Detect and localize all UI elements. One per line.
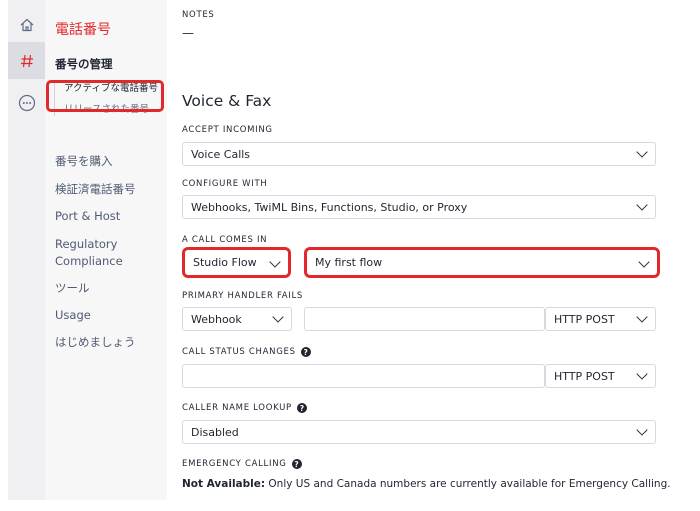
chevron-down-icon xyxy=(629,196,655,218)
highlight-box xyxy=(46,80,164,112)
call-handler-type-select[interactable]: Studio Flow xyxy=(182,247,291,278)
sidebar-title: 電話番号 xyxy=(55,22,111,38)
chevron-down-icon xyxy=(262,253,288,275)
emergency-label: EMERGENCY CALLING ? xyxy=(182,459,302,469)
sidebar-item-get-started[interactable]: はじめましょう xyxy=(55,334,136,351)
primary-handler-url-input[interactable] xyxy=(304,307,545,331)
accept-incoming-value: Voice Calls xyxy=(191,147,251,161)
accept-incoming-select[interactable]: Voice Calls xyxy=(182,142,656,166)
more-icon[interactable] xyxy=(8,84,45,121)
studio-flow-select[interactable]: My first flow xyxy=(304,247,660,278)
sidebar-item-tools[interactable]: ツール xyxy=(55,280,90,297)
sidebar-item-buy-number[interactable]: 番号を購入 xyxy=(55,153,113,170)
studio-flow-value: My first flow xyxy=(315,256,383,269)
sidebar: 電話番号 番号の管理 アクティブな電話番号 リリースされた番号 番号を購入 検証… xyxy=(45,0,167,500)
chevron-down-icon xyxy=(629,421,655,443)
call-status-method-value: HTTP POST xyxy=(554,369,615,383)
sidebar-item-port-host[interactable]: Port & Host xyxy=(55,208,120,225)
hash-icon[interactable] xyxy=(8,42,45,79)
chevron-down-icon xyxy=(629,308,655,330)
call-status-label-text: CALL STATUS CHANGES xyxy=(182,347,296,357)
primary-handler-method-select[interactable]: HTTP POST xyxy=(545,307,656,331)
call-handler-type-value: Studio Flow xyxy=(193,256,257,269)
caller-name-value: Disabled xyxy=(191,425,239,439)
configure-with-value: Webhooks, TwiML Bins, Functions, Studio,… xyxy=(191,200,468,214)
accept-incoming-label: ACCEPT INCOMING xyxy=(182,125,273,135)
call-comes-in-label: A CALL COMES IN xyxy=(182,235,268,245)
home-icon[interactable] xyxy=(8,6,45,43)
chevron-down-icon xyxy=(629,365,655,387)
emergency-helper-text: Not Available: Only US and Canada number… xyxy=(182,478,671,490)
sidebar-item-regulatory[interactable]: Regulatory Compliance xyxy=(55,236,155,270)
configure-with-label: CONFIGURE WITH xyxy=(182,179,268,189)
caller-name-label-text: CALLER NAME LOOKUP xyxy=(182,403,292,413)
call-status-method-select[interactable]: HTTP POST xyxy=(545,364,656,388)
chevron-down-icon xyxy=(265,308,291,330)
chevron-down-icon xyxy=(629,143,655,165)
icon-rail xyxy=(8,0,45,500)
chevron-down-icon xyxy=(631,253,657,275)
sidebar-item-usage[interactable]: Usage xyxy=(55,307,91,324)
primary-handler-type-select[interactable]: Webhook xyxy=(182,307,292,331)
help-icon[interactable]: ? xyxy=(291,459,302,469)
configure-with-select[interactable]: Webhooks, TwiML Bins, Functions, Studio,… xyxy=(182,195,656,219)
caller-name-select[interactable]: Disabled xyxy=(182,420,656,444)
help-icon[interactable]: ? xyxy=(296,403,307,413)
sidebar-item-verified-numbers[interactable]: 検証済電話番号 xyxy=(55,181,136,198)
call-status-label: CALL STATUS CHANGES ? xyxy=(182,347,311,357)
notes-value: — xyxy=(182,26,194,40)
call-status-url-input[interactable] xyxy=(182,364,545,388)
help-icon[interactable]: ? xyxy=(300,347,311,357)
section-heading: Voice & Fax xyxy=(182,92,272,110)
main-content: NOTES — Voice & Fax ACCEPT INCOMING Voic… xyxy=(182,0,671,511)
emergency-description: Only US and Canada numbers are currently… xyxy=(265,478,671,490)
caller-name-label: CALLER NAME LOOKUP ? xyxy=(182,403,307,413)
primary-handler-method-value: HTTP POST xyxy=(554,312,615,326)
emergency-status: Not Available: xyxy=(182,478,266,490)
sidebar-section-manage[interactable]: 番号の管理 xyxy=(55,56,113,72)
primary-handler-type-value: Webhook xyxy=(191,312,242,326)
notes-label: NOTES xyxy=(182,10,215,20)
primary-handler-label: PRIMARY HANDLER FAILS xyxy=(182,291,304,301)
emergency-label-text: EMERGENCY CALLING xyxy=(182,459,287,469)
